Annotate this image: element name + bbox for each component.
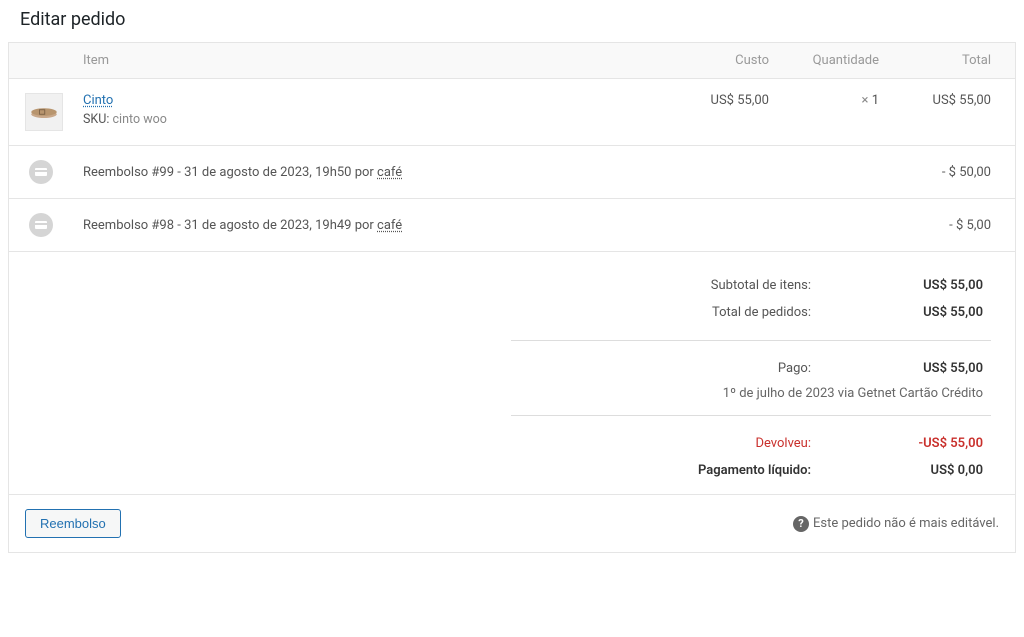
refund-author-link[interactable]: café — [377, 165, 402, 180]
line-cost: US$ 55,00 — [659, 93, 769, 108]
subtotal-value: US$ 55,00 — [851, 278, 991, 293]
refund-author-link[interactable]: café — [377, 218, 402, 233]
refund-description: Reembolso #98 - 31 de agosto de 2023, 19… — [83, 218, 377, 233]
refund-row: Reembolso #98 - 31 de agosto de 2023, 19… — [9, 199, 1015, 252]
line-total: US$ 55,00 — [879, 93, 999, 108]
refunded-value: US$ 55,00 — [851, 436, 991, 451]
help-icon[interactable]: ? — [793, 516, 809, 532]
totals-block: Subtotal de itens: US$ 55,00 Total de pe… — [9, 252, 1015, 494]
refund-icon — [29, 213, 53, 237]
col-header-cost: Custo — [659, 53, 769, 68]
refunded-label: Devolveu: — [511, 436, 851, 451]
refund-description: Reembolso #99 - 31 de agosto de 2023, 19… — [83, 165, 377, 180]
order-items-panel: Item Custo Quantidade Total Cinto SKU: c… — [8, 42, 1016, 553]
page-title: Editar pedido — [0, 0, 1024, 42]
not-editable-notice: Este pedido não é mais editável. — [813, 516, 999, 531]
net-label: Pagamento líquido: — [511, 463, 851, 478]
product-thumbnail[interactable] — [25, 93, 63, 131]
divider — [511, 340, 991, 341]
refund-button[interactable]: Reembolso — [25, 509, 121, 538]
order-line-item: Cinto SKU: cinto woo US$ 55,00 × 1 US$ 5… — [9, 79, 1015, 146]
product-link[interactable]: Cinto — [83, 93, 113, 108]
col-header-qty: Quantidade — [769, 53, 879, 68]
col-header-total: Total — [879, 53, 999, 68]
paid-label: Pago: — [511, 361, 851, 376]
items-table-header: Item Custo Quantidade Total — [9, 43, 1015, 79]
line-qty: 1 — [872, 93, 879, 108]
sku-label: SKU: — [83, 112, 109, 127]
refund-row: Reembolso #99 - 31 de agosto de 2023, 19… — [9, 146, 1015, 199]
order-total-value: US$ 55,00 — [851, 305, 991, 320]
order-total-label: Total de pedidos: — [511, 305, 851, 320]
sku-value: cinto woo — [113, 112, 167, 127]
belt-icon — [29, 102, 59, 122]
refund-icon — [29, 160, 53, 184]
col-header-item: Item — [83, 53, 659, 68]
refund-amount: - $ 50,00 — [849, 165, 999, 180]
footer-bar: Reembolso ? Este pedido não é mais editá… — [9, 494, 1015, 552]
subtotal-label: Subtotal de itens: — [511, 278, 851, 293]
net-value: US$ 0,00 — [851, 463, 991, 478]
paid-value: US$ 55,00 — [851, 361, 991, 376]
refund-amount: - $ 5,00 — [849, 218, 999, 233]
divider — [511, 415, 991, 416]
qty-prefix: × — [862, 93, 869, 108]
paid-via-text: 1º de julho de 2023 via Getnet Cartão Cr… — [511, 386, 991, 401]
